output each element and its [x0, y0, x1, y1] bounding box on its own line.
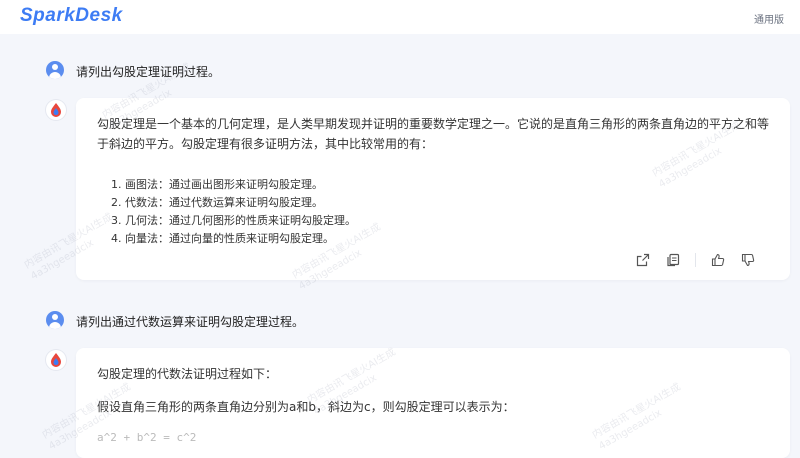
bot-answer-card-2: 勾股定理的代数法证明过程如下： 假设直角三角形的两条直角边分别为a和b，斜边为c…: [76, 348, 790, 458]
proof-methods-list: 1. 画图法：通过画出图形来证明勾股定理。 2. 代数法：通过代数运算来证明勾股定理…: [111, 176, 751, 248]
formula-text: a^2 + b^2 = c^2: [97, 431, 197, 444]
answer-line-2: 假设直角三角形的两条直角边分别为a和b，斜边为c，则勾股定理可以表示为：: [97, 400, 515, 414]
thumbs-down-icon: [741, 253, 755, 267]
dislike-button[interactable]: [740, 252, 756, 268]
user-avatar: [46, 61, 64, 79]
divider: [695, 253, 696, 267]
list-item: 4. 向量法：通过向量的性质来证明勾股定理。: [111, 232, 334, 245]
user-message-1: 请列出勾股定理证明过程。: [76, 65, 221, 79]
share-button[interactable]: [635, 252, 651, 268]
answer-intro: 勾股定理是一个基本的几何定理，是人类早期发现并证明的重要数学定理之一。它说的是直…: [97, 117, 770, 151]
spark-logo-icon: [51, 353, 61, 367]
answer-line-1: 勾股定理的代数法证明过程如下：: [97, 367, 278, 381]
list-item: 2. 代数法：通过代数运算来证明勾股定理。: [111, 196, 323, 209]
like-button[interactable]: [710, 252, 726, 268]
spark-logo-icon: [51, 103, 61, 117]
user-avatar: [46, 311, 64, 329]
thumbs-up-icon: [711, 253, 725, 267]
share-icon: [636, 253, 650, 267]
bot-answer-card-1: 勾股定理是一个基本的几何定理，是人类早期发现并证明的重要数学定理之一。它说的是直…: [76, 98, 790, 280]
copy-button[interactable]: [665, 252, 681, 268]
app-logo[interactable]: SparkDesk: [20, 5, 123, 27]
version-label[interactable]: 通用版: [754, 11, 784, 26]
bot-avatar: [46, 350, 66, 370]
answer-actions: [635, 252, 756, 268]
copy-icon: [667, 253, 680, 267]
top-bar: SparkDesk 通用版: [0, 0, 800, 34]
list-item: 1. 画图法：通过画出图形来证明勾股定理。: [111, 178, 323, 191]
list-item: 3. 几何法：通过几何图形的性质来证明勾股定理。: [111, 214, 356, 227]
user-message-2: 请列出通过代数运算来证明勾股定理过程。: [76, 315, 305, 329]
bot-avatar: [46, 100, 66, 120]
chat-area: 请列出勾股定理证明过程。 勾股定理是一个基本的几何定理，是人类早期发现并证明的重…: [0, 34, 800, 458]
